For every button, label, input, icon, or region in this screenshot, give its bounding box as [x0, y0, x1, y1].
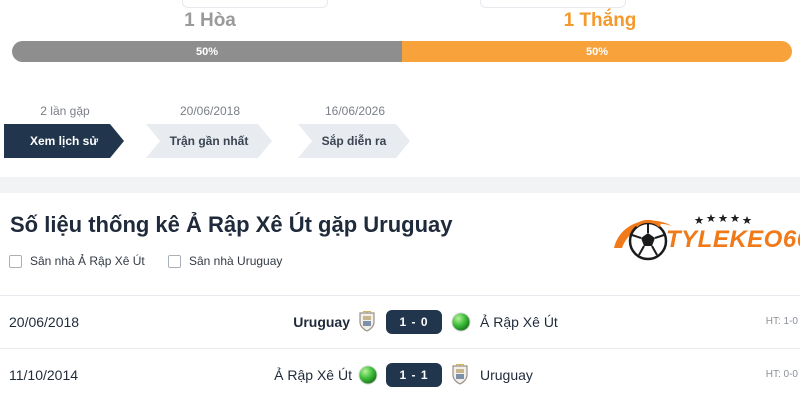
- uruguay-crest-icon: [450, 363, 470, 386]
- match-score[interactable]: 1 - 1: [386, 363, 442, 387]
- draw-count-label: 1 Hòa: [184, 10, 236, 31]
- match-row[interactable]: 11/10/2014 Ả Rập Xê Út 1 - 1 Uruguay HT:…: [0, 351, 800, 399]
- upcoming-match-button[interactable]: Sắp diễn ra: [298, 124, 410, 158]
- away-team-name[interactable]: Ả Rập Xê Út: [480, 314, 558, 330]
- step-caption-history: 2 lần gặp: [40, 104, 90, 118]
- saudi-arabia-ball-icon: [357, 364, 379, 386]
- draw-tab-card[interactable]: [182, 0, 328, 8]
- home-team-name[interactable]: Ả Rập Xê Út: [274, 367, 352, 383]
- draw-progress-segment: 50%: [12, 41, 402, 62]
- view-history-button[interactable]: Xem lịch sử: [4, 124, 124, 158]
- section-divider: [0, 177, 800, 193]
- away-team-name[interactable]: Uruguay: [480, 367, 533, 383]
- logo-text: TYLEKEO66: [666, 226, 800, 253]
- match-row[interactable]: 20/06/2018 Uruguay 1 - 0 Ả Rập Xê Út HT:…: [0, 298, 800, 346]
- stats-title: Số liệu thống kê Ả Rập Xê Út gặp Uruguay: [10, 212, 453, 237]
- checkbox-icon[interactable]: [9, 254, 22, 268]
- win-tab-card[interactable]: [480, 0, 626, 8]
- uruguay-crest-icon: [357, 310, 377, 333]
- result-progress-bar: 50% 50%: [12, 41, 792, 62]
- saudi-arabia-ball-icon: [450, 311, 472, 333]
- history-steps: 2 lần gặp 20/06/2018 16/06/2026 Xem lịch…: [0, 100, 800, 170]
- filter-label: Sân nhà Ả Rập Xê Út: [30, 254, 145, 268]
- last-match-button[interactable]: Trận gần nhất: [146, 124, 272, 158]
- match-date: 11/10/2014: [9, 367, 79, 383]
- home-team-name[interactable]: Uruguay: [293, 314, 350, 330]
- match-date: 20/06/2018: [9, 314, 80, 330]
- site-logo[interactable]: TYLEKEO66: [610, 208, 800, 270]
- half-time-score: HT: 0-0: [765, 369, 798, 380]
- win-count-label: 1 Thắng: [563, 10, 637, 31]
- win-progress-segment: 50%: [402, 41, 792, 62]
- step-caption-upcoming: 16/06/2026: [324, 104, 386, 118]
- filter-label: Sân nhà Uruguay: [189, 254, 283, 268]
- match-score[interactable]: 1 - 0: [386, 310, 442, 334]
- filter-home-saudi-arabia[interactable]: Sân nhà Ả Rập Xê Út: [9, 254, 145, 268]
- row-divider: [0, 295, 800, 296]
- filter-home-uruguay[interactable]: Sân nhà Uruguay: [168, 254, 282, 268]
- step-caption-last-match: 20/06/2018: [179, 104, 241, 118]
- checkbox-icon[interactable]: [168, 254, 181, 268]
- row-divider: [0, 348, 800, 349]
- half-time-score: HT: 1-0: [765, 316, 798, 327]
